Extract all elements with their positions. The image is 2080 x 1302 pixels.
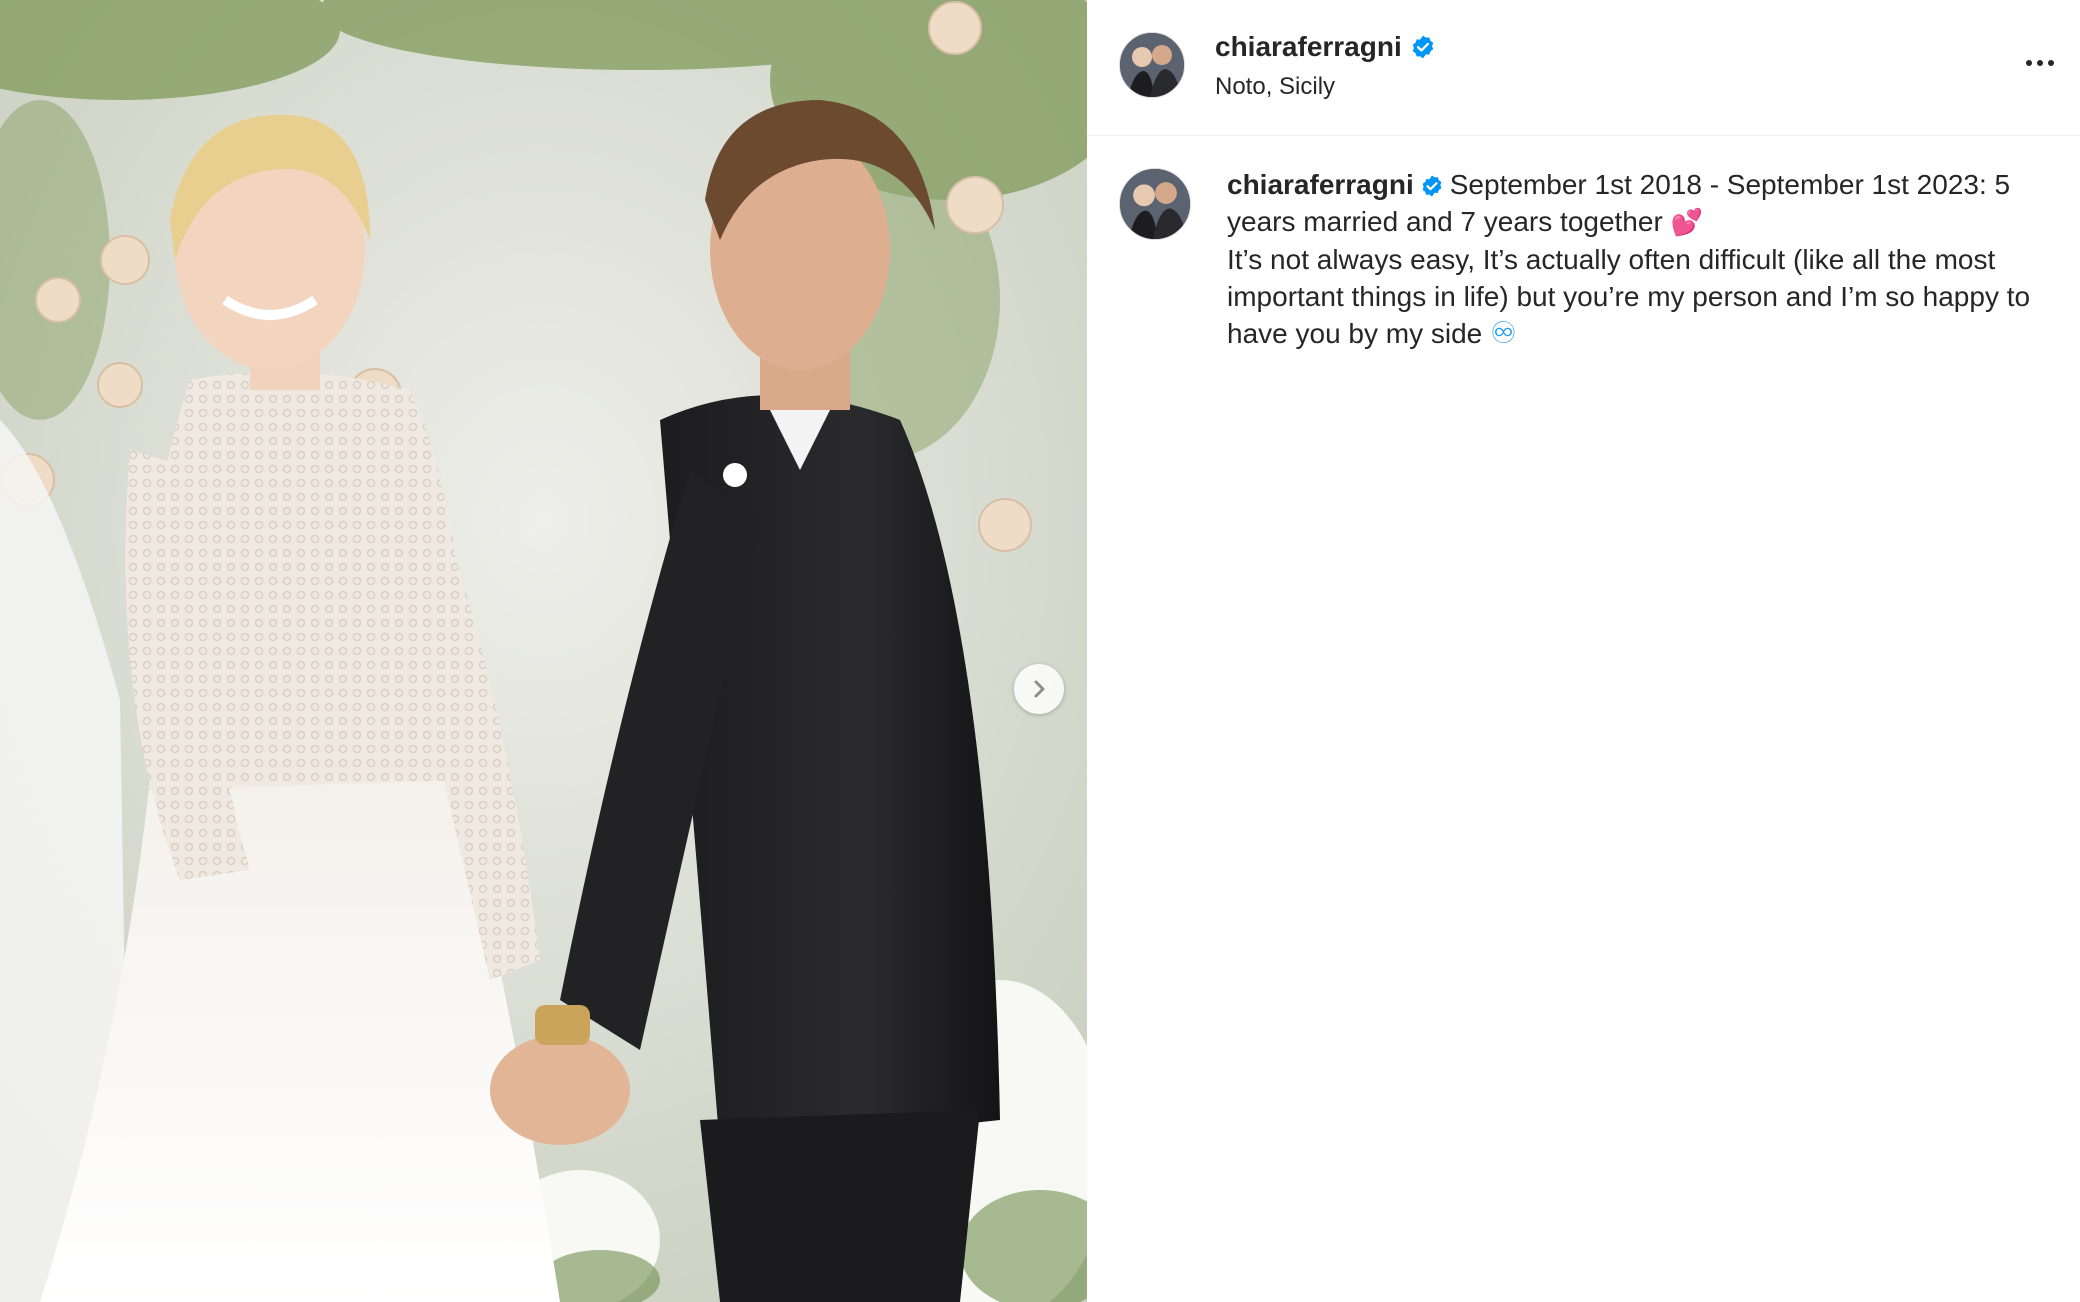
infinity-emoji-icon: ♾ <box>1490 317 1517 350</box>
more-options-button[interactable] <box>2018 48 2062 78</box>
more-options-dot <box>2037 60 2043 66</box>
wedding-photo <box>0 0 1087 1302</box>
location-link[interactable]: Noto, Sicily <box>1215 73 1436 101</box>
username-link[interactable]: chiaraferragni <box>1215 31 1402 63</box>
post-header: chiaraferragni Noto, Sicily <box>1087 0 2080 136</box>
caption-username-link[interactable]: chiaraferragni <box>1227 169 1414 200</box>
post-caption: chiaraferragni September 1st 2018 - Septe… <box>1227 166 2040 352</box>
avatar[interactable] <box>1119 31 1185 98</box>
chevron-right-icon <box>1034 680 1045 698</box>
more-options-dot <box>2048 60 2054 66</box>
post-media[interactable] <box>0 0 1087 1302</box>
caption-avatar[interactable] <box>1119 168 1191 240</box>
post-side-panel: chiaraferragni Noto, Sicily chiaraferrag… <box>1087 0 2080 1302</box>
two-hearts-emoji-icon: 💕 <box>1670 207 1703 237</box>
caption-line-2: It’s not always easy, It’s actually ofte… <box>1227 241 2040 352</box>
caption-section: chiaraferragni September 1st 2018 - Septe… <box>1087 136 2080 352</box>
avatar-image <box>1120 169 1190 239</box>
caption-line-1: chiaraferragni September 1st 2018 - Septe… <box>1227 166 2040 241</box>
caption-text-2: It’s not always easy, It’s actually ofte… <box>1227 244 2031 349</box>
instagram-post: chiaraferragni Noto, Sicily chiaraferrag… <box>0 0 2080 1302</box>
avatar-image <box>1120 32 1184 97</box>
more-options-icon <box>2026 60 2032 66</box>
next-slide-button[interactable] <box>1014 664 1064 714</box>
verified-badge-icon <box>1422 175 1442 197</box>
verified-badge-icon <box>1412 35 1433 58</box>
